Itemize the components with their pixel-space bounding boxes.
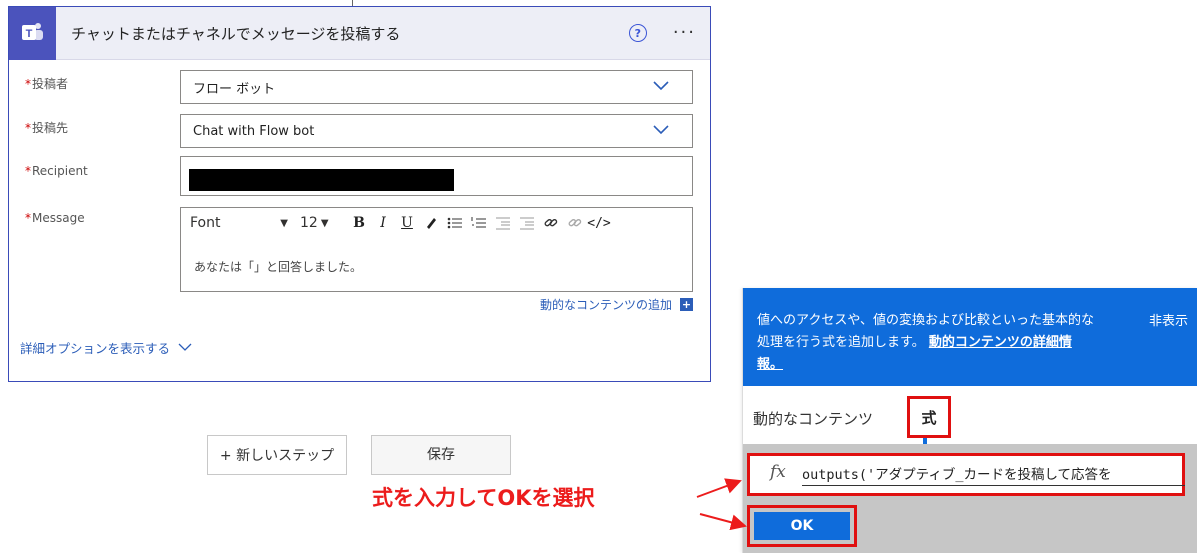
expression-box: fx outputs('アダプティブ_カードを投稿して応答を [747, 453, 1185, 496]
underline-icon[interactable]: U [396, 212, 418, 234]
dynamic-content-panel: 値へのアクセスや、値の変換および比較といった基本的な処理を行う式を追加します。 … [742, 288, 1197, 553]
poster-value: フロー ボット [193, 81, 276, 97]
help-icon[interactable]: ? [628, 24, 647, 42]
message-editor[interactable]: Font ▼ 12 ▼ B I U </> あなたは「」と回答しました。 [180, 207, 693, 292]
show-advanced-options-link[interactable]: 詳細オプションを表示する [20, 338, 192, 357]
annotation-text: 式を入力してOKを選択 [372, 486, 595, 510]
flow-designer: T チャットまたはチャネルでメッセージを投稿する ? ··· *投稿者 フロー … [0, 0, 1197, 553]
highlight-pen-icon[interactable] [420, 212, 442, 234]
teams-post-message-card: T チャットまたはチャネルでメッセージを投稿する ? ··· *投稿者 フロー … [8, 6, 711, 382]
expression-area: fx outputs('アダプティブ_カードを投稿して応答を OK [743, 444, 1197, 553]
fx-icon: fx [770, 462, 786, 482]
font-size-dropdown[interactable]: 12 ▼ [300, 215, 348, 231]
more-options-icon[interactable]: ··· [673, 24, 696, 42]
info-text: 値へのアクセスや、値の変換および比較といった基本的な処理を行う式を追加します。 … [757, 313, 1094, 372]
info-banner: 値へのアクセスや、値の変換および比較といった基本的な処理を行う式を追加します。 … [743, 288, 1197, 386]
message-body: あなたは「」と回答しました。 [194, 260, 363, 274]
bold-icon[interactable]: B [348, 212, 370, 234]
increase-indent-icon[interactable] [516, 212, 538, 234]
redacted-recipient [189, 169, 454, 191]
ok-highlight: OK [747, 505, 857, 547]
chevron-down-icon [653, 125, 669, 135]
poster-dropdown[interactable]: フロー ボット [180, 70, 693, 104]
card-header[interactable]: T チャットまたはチャネルでメッセージを投稿する ? ··· [9, 6, 710, 60]
ok-button[interactable]: OK [754, 512, 850, 540]
unlink-icon[interactable] [564, 212, 586, 234]
post-in-label: *投稿先 [25, 121, 69, 135]
chevron-down-icon [178, 343, 192, 351]
tab-dynamic-content[interactable]: 動的なコンテンツ [753, 408, 873, 429]
expression-input[interactable]: outputs('アダプティブ_カードを投稿して応答を [802, 464, 1185, 486]
add-dynamic-content-link[interactable]: 動的なコンテンツの追加 + [540, 296, 693, 313]
message-label: *Message [25, 211, 85, 225]
arrow-to-ok [699, 513, 747, 531]
poster-label: *投稿者 [25, 77, 69, 91]
post-in-value: Chat with Flow bot [193, 123, 315, 139]
link-icon[interactable] [540, 212, 562, 234]
recipient-input[interactable] [180, 156, 693, 196]
teams-icon: T [9, 6, 56, 60]
chevron-down-icon [653, 81, 669, 91]
bulleted-list-icon[interactable] [444, 212, 466, 234]
numbered-list-icon[interactable] [468, 212, 490, 234]
decrease-indent-icon[interactable] [492, 212, 514, 234]
save-button[interactable]: 保存 [371, 435, 511, 475]
font-dropdown[interactable]: Font ▼ [190, 215, 300, 231]
tab-expression[interactable]: 式 [907, 396, 951, 438]
editor-toolbar: Font ▼ 12 ▼ B I U </> [181, 208, 692, 238]
new-step-button[interactable]: + 新しいステップ [207, 435, 347, 475]
italic-icon[interactable]: I [372, 212, 394, 234]
code-view-icon[interactable]: </> [587, 212, 610, 234]
recipient-label: *Recipient [25, 164, 88, 178]
post-in-dropdown[interactable]: Chat with Flow bot [180, 114, 693, 148]
svg-text:T: T [25, 28, 32, 40]
card-title: チャットまたはチャネルでメッセージを投稿する [71, 24, 401, 43]
arrow-to-expression [696, 478, 742, 498]
hide-button[interactable]: 非表示 [1149, 310, 1188, 329]
add-icon: + [680, 298, 693, 311]
